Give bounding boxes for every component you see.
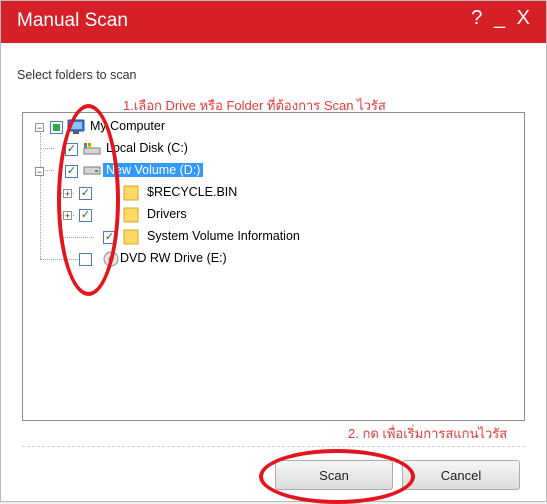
computer-icon <box>67 119 85 134</box>
tree-label: System Volume Information <box>147 229 300 243</box>
scan-button[interactable]: Scan <box>275 460 393 490</box>
tree-item-system-volume-information[interactable]: ✓ System Volume Information <box>23 227 503 247</box>
tree-label: Drivers <box>147 207 187 221</box>
dvd-icon <box>103 251 119 267</box>
drive-icon <box>83 166 101 175</box>
close-button[interactable]: X <box>517 7 532 30</box>
collapse-icon[interactable]: − <box>35 123 44 133</box>
expand-icon[interactable]: + <box>63 211 72 221</box>
tree-label-selected: New Volume (D:) <box>103 163 204 177</box>
checkbox-drivers[interactable]: ✓ <box>79 209 92 222</box>
window-controls: ? _ X <box>469 7 532 30</box>
tree-label: Local Disk (C:) <box>106 141 188 155</box>
checkbox-system-volume-information[interactable]: ✓ <box>103 231 116 244</box>
title-bar: Manual Scan ? _ X <box>1 1 546 43</box>
checkbox-drive-d[interactable]: ✓ <box>65 165 78 178</box>
drive-icon <box>83 143 101 155</box>
folder-icon <box>123 207 139 223</box>
folder-icon <box>123 229 139 245</box>
checkbox-drive-e[interactable] <box>79 253 92 266</box>
divider <box>22 446 525 447</box>
tree-label: DVD RW Drive (E:) <box>120 251 227 265</box>
expand-icon[interactable]: + <box>63 189 72 199</box>
manual-scan-dialog: Manual Scan ? _ X Select folders to scan… <box>0 0 547 504</box>
folder-tree[interactable]: − My Computer ✓ Local Disk (C:) − ✓ New … <box>22 112 525 421</box>
minimize-button[interactable]: _ <box>494 7 507 30</box>
instruction-text: Select folders to scan <box>17 68 137 82</box>
tree-item-my-computer[interactable]: − My Computer <box>23 117 503 137</box>
tree-item-drive-d[interactable]: − ✓ New Volume (D:) <box>23 161 503 181</box>
collapse-icon[interactable]: − <box>35 167 44 177</box>
window-title: Manual Scan <box>17 10 128 31</box>
tree-item-drivers[interactable]: + ✓ Drivers <box>23 205 503 225</box>
checkbox-recycle-bin[interactable]: ✓ <box>79 187 92 200</box>
annotation-step2: 2. กด เพื่อเริ่มการสแกนไวรัส <box>348 426 508 441</box>
checkbox-drive-c[interactable]: ✓ <box>65 143 78 156</box>
tree-item-drive-e[interactable]: DVD RW Drive (E:) <box>23 249 503 269</box>
tree-item-drive-c[interactable]: ✓ Local Disk (C:) <box>23 139 503 159</box>
tree-item-recycle-bin[interactable]: + ✓ $RECYCLE.BIN <box>23 183 503 203</box>
folder-icon <box>123 185 139 201</box>
tree-label: My Computer <box>90 119 166 133</box>
tree-label: $RECYCLE.BIN <box>147 185 238 199</box>
cancel-button[interactable]: Cancel <box>402 460 520 490</box>
help-button[interactable]: ? <box>471 7 484 30</box>
checkbox-my-computer[interactable] <box>50 121 63 134</box>
